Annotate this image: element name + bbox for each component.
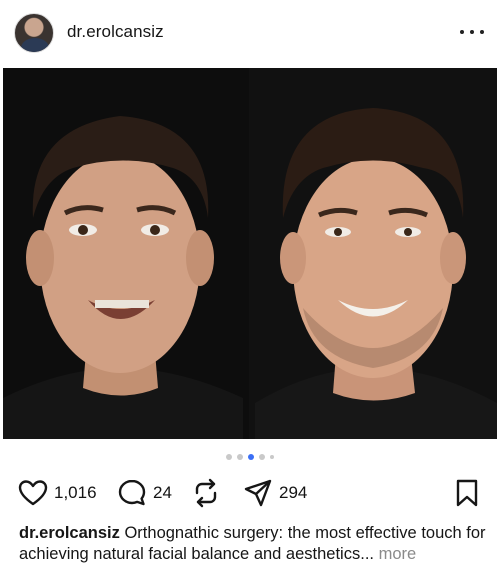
- carousel-dot: [226, 454, 232, 460]
- post-caption: dr.erolcansiz Orthognathic surgery: the …: [19, 523, 489, 565]
- save-button[interactable]: [455, 476, 479, 510]
- like-button[interactable]: 1,016: [18, 476, 97, 510]
- carousel-dot: [259, 454, 265, 460]
- send-button[interactable]: 294: [243, 476, 307, 510]
- avatar[interactable]: [14, 13, 54, 53]
- heart-icon[interactable]: [18, 479, 48, 507]
- send-icon[interactable]: [243, 478, 273, 508]
- like-count: 1,016: [54, 483, 97, 502]
- caption-ellipsis: ...: [360, 545, 374, 563]
- carousel-indicator: [0, 451, 500, 463]
- comment-button[interactable]: 24: [117, 476, 172, 510]
- repost-icon[interactable]: [192, 478, 220, 508]
- post-image[interactable]: [3, 68, 497, 439]
- carousel-dot-active: [248, 454, 254, 460]
- carousel-dot: [270, 455, 274, 459]
- repost-button[interactable]: [192, 476, 220, 510]
- more-link[interactable]: more: [374, 545, 417, 563]
- comment-count: 24: [153, 483, 172, 502]
- post-header: dr.erolcansiz: [0, 0, 500, 66]
- comment-icon[interactable]: [117, 478, 147, 508]
- share-count: 294: [279, 483, 308, 502]
- carousel-dot: [237, 454, 243, 460]
- bookmark-icon[interactable]: [455, 478, 479, 508]
- action-bar: 1,016 24 294: [0, 476, 500, 510]
- more-icon[interactable]: [460, 22, 484, 42]
- caption-author[interactable]: dr.erolcansiz: [19, 524, 120, 542]
- username[interactable]: dr.erolcansiz: [67, 22, 164, 42]
